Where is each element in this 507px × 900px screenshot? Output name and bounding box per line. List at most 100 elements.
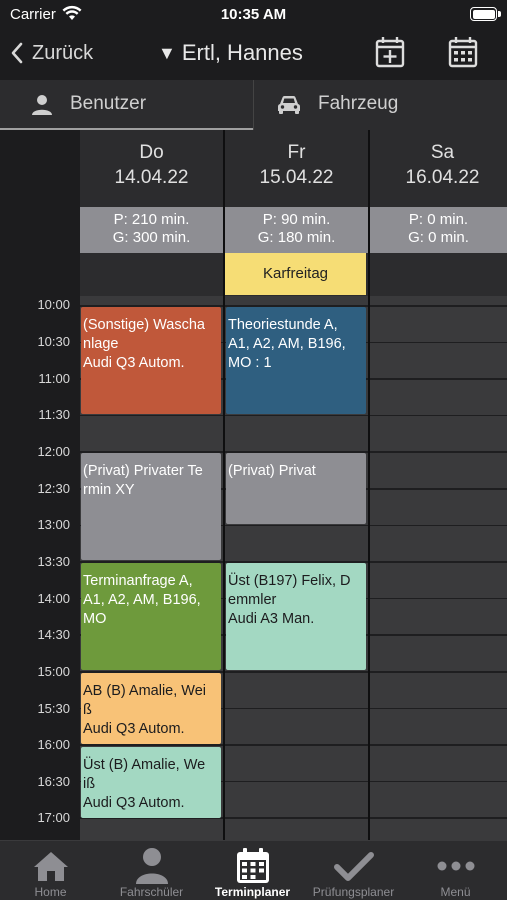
day-header[interactable]: Do 14.04.22 xyxy=(80,140,223,190)
grid-line xyxy=(370,671,507,673)
event-text: ß xyxy=(83,702,92,718)
time-label: 10:30 xyxy=(37,334,70,349)
tab-home[interactable]: Home xyxy=(0,841,101,900)
event-text: Üst (B) Amalie, We xyxy=(83,757,206,773)
event-text: Üst (B197) Felix, D xyxy=(228,573,351,589)
grid-line xyxy=(370,561,507,563)
event-text: MO xyxy=(83,611,107,627)
home-icon xyxy=(0,846,101,886)
event-text: (Sonstige) Wascha xyxy=(83,317,205,333)
time-label: 14:00 xyxy=(37,591,70,606)
tab-menue[interactable]: Menü xyxy=(404,841,507,900)
event-text: Audi Q3 Autom. xyxy=(83,795,185,811)
day-weekday: Do xyxy=(139,142,164,163)
person-icon xyxy=(101,846,202,886)
user-selector[interactable]: ▼ Ertl, Hannes xyxy=(158,36,303,70)
grid-line xyxy=(370,597,507,600)
tab-pruefungsplaner[interactable]: Prüfungsplaner xyxy=(303,841,404,900)
grid-line xyxy=(225,524,368,527)
car-icon xyxy=(278,96,300,114)
time-label: 14:30 xyxy=(37,627,70,642)
grid-line xyxy=(80,744,223,746)
total-minutes: G: 300 min. xyxy=(112,229,191,246)
tab-label: Prüfungsplaner xyxy=(312,885,395,899)
event-text: (Privat) Privater Te xyxy=(83,463,203,479)
grid-line xyxy=(225,707,368,710)
event-sonstige-waschanlage[interactable]: (Sonstige) Wascha nlage Audi Q3 Autom. xyxy=(81,307,221,414)
planned-minutes: P: 210 min. xyxy=(113,211,190,228)
grid-line xyxy=(370,634,507,636)
calendar-icon xyxy=(448,37,478,68)
day-minutes-summary: P: 0 min. G: 0 min. xyxy=(370,207,507,253)
day-weekday: Fr xyxy=(287,142,306,163)
grid-line xyxy=(225,414,368,417)
event-text: (Privat) Privat xyxy=(228,463,316,479)
tab-terminplaner[interactable]: Terminplaner xyxy=(202,841,303,900)
time-label: 12:30 xyxy=(37,481,70,496)
event-text: Audi A3 Man. xyxy=(228,611,315,627)
day-header[interactable]: Sa 16.04.22 xyxy=(370,140,507,190)
grid-line xyxy=(370,707,507,710)
grid-line xyxy=(370,817,507,819)
time-label: 16:00 xyxy=(37,737,70,752)
calendar-icon xyxy=(202,846,303,886)
grid-line xyxy=(225,671,368,673)
clock-time: 10:35 AM xyxy=(220,6,287,23)
day-date: 15.04.22 xyxy=(259,167,334,188)
day-minutes-summary: P: 90 min. G: 180 min. xyxy=(225,207,368,253)
time-label: 12:00 xyxy=(37,444,70,459)
event-text: rmin XY xyxy=(83,482,135,498)
event-text: iß xyxy=(83,776,96,792)
time-label: 17:00 xyxy=(37,810,70,825)
add-appointment-button[interactable] xyxy=(373,35,407,69)
view-mode-segmented-control: Benutzer Fahrzeug xyxy=(0,80,507,130)
back-button-label: Zurück xyxy=(32,41,94,64)
event-privater-termin[interactable]: (Privat) Privater Te rmin XY xyxy=(81,453,221,560)
total-minutes: G: 180 min. xyxy=(257,229,336,246)
time-label: 16:30 xyxy=(37,774,70,789)
day-date: 14.04.22 xyxy=(114,167,189,188)
day-header[interactable]: Fr 15.04.22 xyxy=(225,140,368,190)
grid-line xyxy=(370,524,507,527)
event-text: A1, A2, AM, B196, xyxy=(83,592,201,608)
more-icon xyxy=(404,846,507,886)
navigation-bar: Zurück ▼ Ertl, Hannes xyxy=(0,30,507,78)
total-minutes: G: 0 min. xyxy=(408,229,469,246)
chevron-left-icon xyxy=(11,42,23,64)
event-uest-amalie-weiss[interactable]: Üst (B) Amalie, We iß Audi Q3 Autom. xyxy=(81,747,221,818)
planned-minutes: P: 90 min. xyxy=(262,211,331,228)
status-bar: Carrier 10:35 AM xyxy=(0,0,507,30)
event-text: Audi Q3 Autom. xyxy=(83,355,185,371)
event-privat[interactable]: (Privat) Privat xyxy=(226,453,366,524)
event-theoriestunde[interactable]: Theoriestunde A, A1, A2, AM, B196, MO : … xyxy=(226,307,366,414)
tab-fahrschueler[interactable]: Fahrschüler xyxy=(101,841,202,900)
grid-line xyxy=(370,378,507,380)
event-ab-amalie-weiss[interactable]: AB (B) Amalie, Wei ß Audi Q3 Autom. xyxy=(81,673,221,744)
person-icon xyxy=(32,95,52,115)
calendar-add-icon xyxy=(375,37,405,68)
back-button[interactable]: Zurück xyxy=(10,36,93,70)
checkmark-icon xyxy=(303,846,404,886)
column-divider xyxy=(368,130,370,840)
event-uest-felix-demmler[interactable]: Üst (B197) Felix, D emmler Audi A3 Man. xyxy=(226,563,366,670)
grid-line xyxy=(370,780,507,783)
event-text: A1, A2, AM, B196, xyxy=(228,336,346,352)
time-label: 15:30 xyxy=(37,701,70,716)
segment-benutzer[interactable]: Benutzer xyxy=(0,80,253,130)
dropdown-triangle-icon: ▼ xyxy=(158,42,176,63)
grid-line xyxy=(80,414,223,417)
planned-minutes: P: 0 min. xyxy=(408,211,469,228)
event-text: MO : 1 xyxy=(228,355,272,371)
day-minutes-summary: P: 210 min. G: 300 min. xyxy=(80,207,223,253)
holiday-banner[interactable]: Karfreitag xyxy=(225,253,366,295)
time-label: 11:30 xyxy=(38,407,70,422)
segment-fahrzeug[interactable]: Fahrzeug xyxy=(254,80,507,130)
grid-line xyxy=(225,780,368,783)
event-text: Terminanfrage A, xyxy=(83,573,193,589)
time-label: 13:00 xyxy=(37,517,70,532)
grid-line xyxy=(370,305,507,307)
event-terminanfrage[interactable]: Terminanfrage A, A1, A2, AM, B196, MO xyxy=(81,563,221,670)
calendar-view-button[interactable] xyxy=(446,35,480,69)
column-divider xyxy=(223,130,225,840)
grid-line xyxy=(370,451,507,453)
